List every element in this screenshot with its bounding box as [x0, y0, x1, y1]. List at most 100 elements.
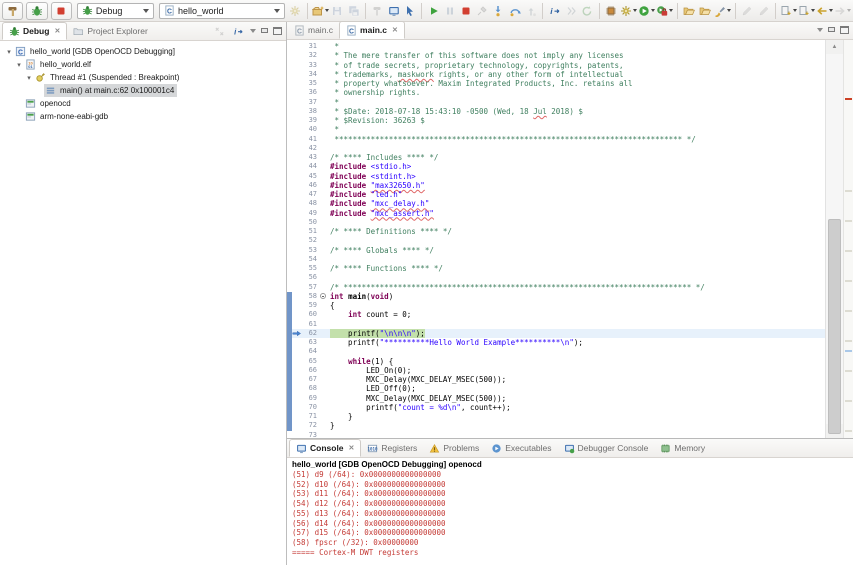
overview-mark[interactable] — [845, 350, 852, 352]
code-line-58[interactable]: 58int main(void) — [287, 292, 825, 301]
code-line-67[interactable]: 67 MXC_Delay(MXC_DELAY_MSEC(500)); — [287, 375, 825, 384]
code-line-48[interactable]: 48#include "mxc_delay.h" — [287, 199, 825, 208]
minimize-icon[interactable] — [260, 27, 269, 35]
overview-mark[interactable] — [845, 98, 852, 100]
console-tab-debugger-console[interactable]: Debugger Console — [558, 439, 655, 457]
code-line-66[interactable]: 66 LED_On(0); — [287, 366, 825, 375]
code-line-38[interactable]: 38 * $Date: 2018-07-18 15:43:10 -0500 (W… — [287, 107, 825, 116]
scroll-up-icon[interactable]: ▲ — [826, 40, 843, 54]
tree-item-thread[interactable]: ▾Thread #1 (Suspended : Breakpoint) — [0, 71, 286, 84]
overview-mark[interactable] — [845, 340, 852, 342]
back-button[interactable] — [816, 2, 833, 20]
code-line-43[interactable]: 43/* **** Includes **** */ — [287, 153, 825, 162]
code-line-65[interactable]: 65 while(1) { — [287, 357, 825, 366]
code-line-59[interactable]: 59{ — [287, 301, 825, 310]
code-line-60[interactable]: 60 int count = 0; — [287, 310, 825, 319]
code-line-49[interactable]: 49#include "mxc_assert.h" — [287, 209, 825, 218]
resume-button[interactable] — [426, 2, 441, 20]
open-resource-button[interactable] — [698, 2, 713, 20]
overview-mark[interactable] — [845, 430, 852, 432]
console-tab-console[interactable]: Console✕ — [289, 439, 361, 457]
scrollbar-thumb[interactable] — [828, 219, 841, 434]
code-line-44[interactable]: 44#include <stdio.h> — [287, 162, 825, 171]
editor-area[interactable]: 31 *32 * The mere transfer of this softw… — [287, 40, 853, 438]
tree-item-openocd[interactable]: openocd — [0, 97, 286, 110]
console-tab-executables[interactable]: Executables — [485, 439, 557, 457]
code-line-39[interactable]: 39 * $Revision: 36263 $ — [287, 116, 825, 125]
expander-icon[interactable]: ▾ — [14, 61, 24, 69]
previous-annotation-button[interactable] — [798, 2, 815, 20]
code-line-33[interactable]: 33 * of trade secrets, proprietary techn… — [287, 61, 825, 70]
view-menu-icon[interactable] — [817, 28, 823, 32]
code-line-37[interactable]: 37 * — [287, 98, 825, 107]
code-line-47[interactable]: 47#include "led.h" — [287, 190, 825, 199]
overview-mark[interactable] — [845, 370, 852, 372]
stop-button[interactable] — [51, 2, 72, 20]
external-tools-button[interactable] — [656, 2, 673, 20]
expander-icon[interactable]: ▾ — [24, 74, 34, 82]
code-line-52[interactable]: 52 — [287, 236, 825, 245]
code-line-64[interactable]: 64 — [287, 347, 825, 356]
overview-ruler[interactable] — [843, 40, 853, 438]
open-element-button[interactable] — [682, 2, 697, 20]
code-line-73[interactable]: 73 — [287, 431, 825, 439]
reset-device-button[interactable] — [604, 2, 619, 20]
tree-item-main-[interactable]: main() at main.c:62 0x100001c4 — [0, 84, 286, 97]
code-line-63[interactable]: 63 printf("**********Hello World Example… — [287, 338, 825, 347]
code-line-54[interactable]: 54 — [287, 255, 825, 264]
editor-tab-main-c[interactable]: Cmain.c✕ — [339, 21, 405, 39]
console-tab-problems[interactable]: Problems — [423, 439, 485, 457]
close-icon[interactable]: ✕ — [392, 26, 398, 34]
console-tab-memory[interactable]: Memory — [654, 439, 711, 457]
build-button[interactable] — [2, 2, 23, 20]
code-line-61[interactable]: 61 — [287, 320, 825, 329]
code-line-41[interactable]: 41 *************************************… — [287, 135, 825, 144]
code-line-57[interactable]: 57/* ***********************************… — [287, 283, 825, 292]
code-line-42[interactable]: 42 — [287, 144, 825, 153]
code-line-55[interactable]: 55/* **** Functions **** */ — [287, 264, 825, 273]
terminate-button[interactable] — [459, 2, 474, 20]
debug-config-button[interactable] — [620, 2, 637, 20]
code-line-72[interactable]: 72} — [287, 421, 825, 430]
code-line-50[interactable]: 50 — [287, 218, 825, 227]
code-line-45[interactable]: 45#include <stdint.h> — [287, 172, 825, 181]
maximize-icon[interactable] — [840, 26, 849, 34]
fold-collapse-icon[interactable] — [319, 292, 328, 301]
code-line-53[interactable]: 53/* **** Globals **** */ — [287, 246, 825, 255]
code-line-71[interactable]: 71 } — [287, 412, 825, 421]
cursor-mode-button[interactable] — [402, 2, 417, 20]
minimize-icon[interactable] — [827, 26, 836, 34]
code-lines[interactable]: 31 *32 * The mere transfer of this softw… — [287, 40, 825, 438]
code-line-32[interactable]: 32 * The mere transfer of this software … — [287, 51, 825, 60]
close-icon[interactable]: ✕ — [54, 27, 60, 35]
editor-tab-main-c[interactable]: Cmain.c — [288, 21, 339, 39]
overview-mark[interactable] — [845, 400, 852, 402]
tree-item-arm-none-eabi-gdb[interactable]: arm-none-eabi-gdb — [0, 110, 286, 123]
code-line-31[interactable]: 31 * — [287, 42, 825, 51]
code-line-62[interactable]: 62 printf("\n\n\n"); — [287, 329, 825, 338]
debug-active-button[interactable] — [26, 2, 47, 20]
code-line-70[interactable]: 70 printf("count = %d\n", count++); — [287, 403, 825, 412]
code-line-34[interactable]: 34 * trademarks, maskwork rights, or any… — [287, 70, 825, 79]
tree-item-hello-world[interactable]: ▾Chello_world [GDB OpenOCD Debugging] — [0, 45, 286, 58]
tree-item-hello-world-elf[interactable]: ▾1001hello_world.elf — [0, 58, 286, 71]
step-into-button[interactable] — [491, 2, 506, 20]
close-icon[interactable]: ✕ — [349, 444, 355, 452]
launch-mode-combo[interactable]: Debug — [77, 3, 154, 19]
console-tab-registers[interactable]: 1010Registers — [361, 439, 423, 457]
code-line-69[interactable]: 69 MXC_Delay(MXC_DELAY_MSEC(500)); — [287, 394, 825, 403]
code-line-51[interactable]: 51/* **** Definitions **** */ — [287, 227, 825, 236]
code-line-46[interactable]: 46#include "max32650.h" — [287, 181, 825, 190]
overview-mark[interactable] — [845, 190, 852, 192]
launch-config-combo[interactable]: Chello_world — [159, 3, 285, 19]
code-line-35[interactable]: 35 * property whatsoever. Maxim Integrat… — [287, 79, 825, 88]
view-menu-icon[interactable] — [250, 29, 256, 33]
code-line-40[interactable]: 40 * — [287, 125, 825, 134]
overview-mark[interactable] — [845, 280, 852, 282]
console-output[interactable]: (51) d9 (/64): 0x0000000000000000(52) d1… — [287, 470, 853, 557]
overview-mark[interactable] — [845, 250, 852, 252]
debug-view-tab-debug[interactable]: Debug✕ — [2, 22, 67, 40]
expander-icon[interactable]: ▾ — [4, 48, 14, 56]
debug-view-tab-project-explorer[interactable]: Project Explorer — [67, 22, 153, 40]
new-wizard-button[interactable] — [312, 2, 329, 20]
